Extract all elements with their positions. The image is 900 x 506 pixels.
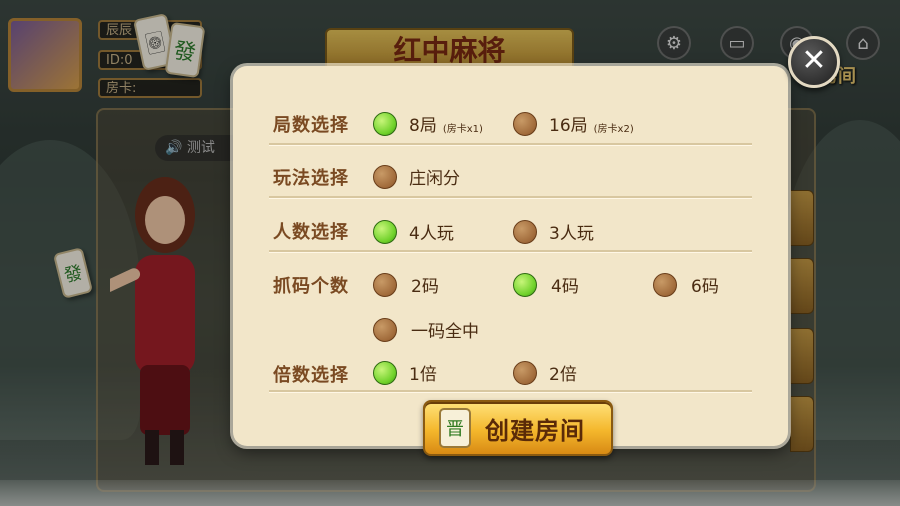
option-4-players[interactable]: 4人玩 <box>373 219 454 244</box>
option-all-hit[interactable]: 一码全中 <box>373 317 479 342</box>
option-1x[interactable]: 1倍 <box>373 360 437 385</box>
option-label: 2码 <box>411 277 439 297</box>
radio-selected-icon[interactable] <box>513 272 537 297</box>
radio-unselected-icon[interactable] <box>373 272 397 297</box>
option-label: 6码 <box>691 277 719 297</box>
option-label: 2倍 <box>549 365 577 385</box>
option-label: 4人玩 <box>409 224 454 244</box>
option-3-players[interactable]: 3人玩 <box>513 219 594 244</box>
mahjong-tile-icon: 晋 <box>439 408 471 448</box>
option-4-codes[interactable]: 4码 <box>513 272 579 297</box>
option-note: (房卡x1) <box>442 124 483 135</box>
option-8-rounds[interactable]: 8局 (房卡x1) <box>373 111 483 136</box>
divider <box>269 250 752 253</box>
option-label: 庄闲分 <box>409 169 460 189</box>
option-2x[interactable]: 2倍 <box>513 360 577 385</box>
radio-unselected-icon[interactable] <box>373 164 397 189</box>
radio-unselected-icon[interactable] <box>513 219 537 244</box>
radio-selected-icon[interactable] <box>373 219 397 244</box>
radio-selected-icon[interactable] <box>373 360 397 385</box>
option-label: 16局 <box>549 116 588 136</box>
option-label: 一码全中 <box>411 322 479 342</box>
option-label: 1倍 <box>409 365 437 385</box>
option-label: 8局 <box>409 116 437 136</box>
mode-label: 玩法选择 <box>273 168 349 189</box>
option-zhuang-xian[interactable]: 庄闲分 <box>373 164 460 189</box>
option-note: (房卡x2) <box>593 124 634 135</box>
multiplier-label: 倍数选择 <box>273 365 349 386</box>
radio-selected-icon[interactable] <box>373 111 397 136</box>
divider <box>269 390 752 393</box>
option-2-codes[interactable]: 2码 <box>373 272 439 297</box>
radio-unselected-icon[interactable] <box>513 111 537 136</box>
rounds-label: 局数选择 <box>273 115 349 136</box>
option-16-rounds[interactable]: 16局 (房卡x2) <box>513 111 634 136</box>
option-label: 3人玩 <box>549 224 594 244</box>
option-label: 4码 <box>551 277 579 297</box>
create-room-dialog: 局数选择 8局 (房卡x1) 16局 (房卡x2) 玩法选择 庄闲分 人数选择 … <box>233 66 788 456</box>
radio-unselected-icon[interactable] <box>513 360 537 385</box>
create-room-button[interactable]: 晋 创建房间 <box>423 400 613 456</box>
codes-label: 抓码个数 <box>273 276 349 297</box>
close-icon[interactable]: ✕ <box>788 36 840 88</box>
option-6-codes[interactable]: 6码 <box>653 272 719 297</box>
players-label: 人数选择 <box>273 222 349 243</box>
radio-unselected-icon[interactable] <box>373 317 397 342</box>
create-room-label: 创建房间 <box>485 416 585 445</box>
divider <box>269 196 752 199</box>
divider <box>269 143 752 146</box>
radio-unselected-icon[interactable] <box>653 272 677 297</box>
